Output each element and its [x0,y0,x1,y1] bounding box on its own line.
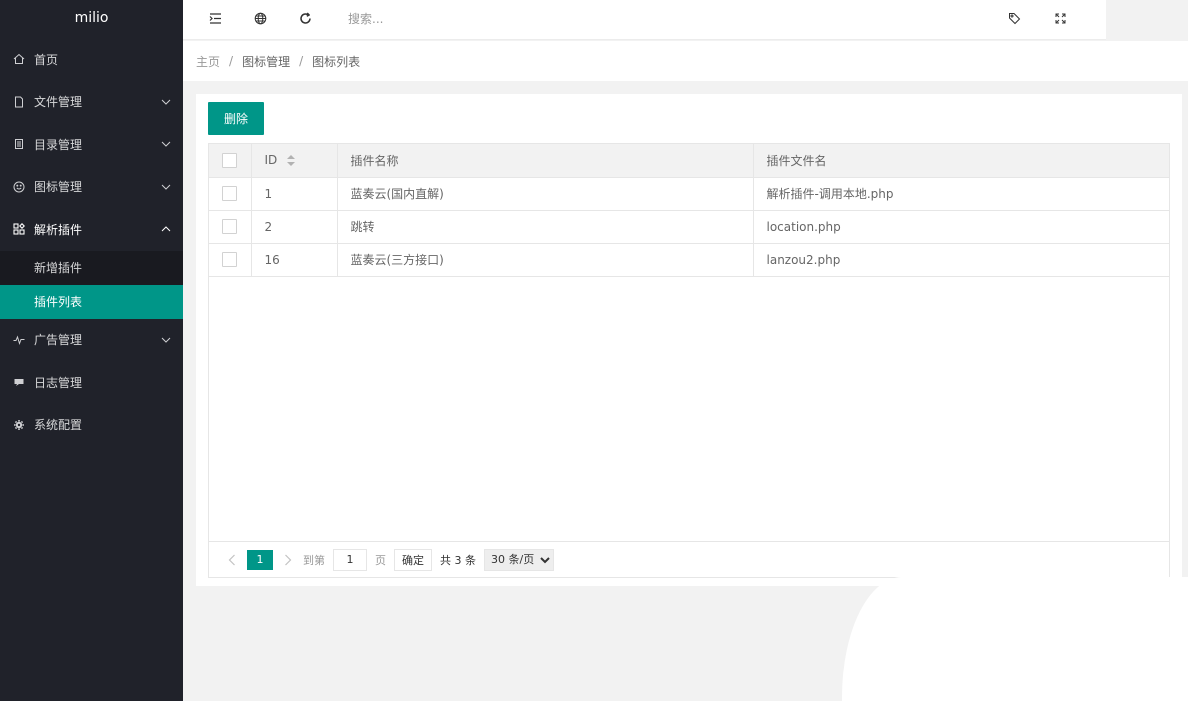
sidebar-item-label: 广告管理 [34,333,83,348]
cell-plugin-name: 蓝奏云(国内直解) [337,177,754,211]
top-header [183,0,1106,40]
smile-icon [12,180,26,194]
page-label: 页 [375,553,386,567]
sidebar-item-label: 目录管理 [34,137,83,152]
list-icon [12,137,26,151]
chat-icon [12,375,26,389]
plugin-table: ID 插件名称 插件文件名 1 蓝奏云(国内直解) 解析插件-调用本地.php … [208,143,1170,578]
sidebar-subnav-parse-plugins: 新增插件 插件列表 [0,250,183,319]
file-icon [12,95,26,109]
sidebar-item-system-config[interactable]: 系统配置 [0,404,183,447]
page-size-select[interactable]: 30 条/页 [484,548,554,571]
row-checkbox[interactable] [222,252,237,267]
pagination: 1 到第 页 确定 共 3 条 30 条/页 [209,541,1169,577]
sidebar-item-home[interactable]: 首页 [0,38,183,81]
table-row[interactable]: 16 蓝奏云(三方接口) lanzou2.php [209,243,1169,277]
sidebar-item-ad-management[interactable]: 广告管理 [0,319,183,362]
sidebar-subitem-plugin-list[interactable]: 插件列表 [0,284,183,319]
sidebar-item-directory-management[interactable]: 目录管理 [0,123,183,166]
website-button[interactable] [252,10,268,26]
breadcrumb-icon-management[interactable]: 图标管理 [242,53,290,70]
gear-icon [12,418,26,432]
cell-plugin-name: 跳转 [337,210,754,244]
current-page[interactable]: 1 [247,549,273,570]
prev-page-button[interactable] [221,550,243,570]
total-count: 共 3 条 [440,553,476,567]
cell-plugin-file: lanzou2.php [753,243,1169,277]
sidebar-item-label: 系统配置 [34,418,83,433]
tag-icon [1008,12,1020,24]
chevron-right-icon [285,554,292,565]
breadcrumb-separator: / [229,54,234,68]
cell-plugin-file: 解析插件-调用本地.php [753,177,1169,211]
goto-page-input[interactable] [333,548,367,571]
chevron-up-icon [161,226,171,232]
row-check-cell [209,177,252,211]
refresh-button[interactable] [297,10,313,26]
cell-id: 16 [251,243,338,277]
chevron-down-icon [161,141,171,147]
delete-button[interactable]: 删除 [208,102,264,135]
row-check-cell [209,243,252,277]
indent-icon [209,12,221,24]
table-row[interactable]: 1 蓝奏云(国内直解) 解析插件-调用本地.php [209,177,1169,211]
sidebar-item-file-management[interactable]: 文件管理 [0,81,183,124]
chevron-down-icon [161,184,171,190]
row-checkbox[interactable] [222,219,237,234]
sidebar-item-log-management[interactable]: 日志管理 [0,361,183,404]
search-input[interactable] [348,8,568,30]
sort-icon[interactable] [287,155,296,167]
breadcrumb-icon-list: 图标列表 [312,54,361,69]
sidebar-item-icon-management[interactable]: 图标管理 [0,166,183,209]
breadcrumb: 主页 / 图标管理 / 图标列表 [183,41,1188,81]
breadcrumb-separator: / [299,54,304,68]
column-header-plugin-file: 插件文件名 [753,144,1169,178]
column-header-plugin-name: 插件名称 [337,144,754,178]
sidebar-item-parse-plugins[interactable]: 解析插件 [0,208,183,251]
cell-id: 2 [251,210,338,244]
overlay-shape [842,577,1188,701]
goto-confirm-button[interactable]: 确定 [394,548,432,571]
theme-button[interactable] [1006,10,1022,26]
row-check-cell [209,210,252,244]
fullscreen-button[interactable] [1052,10,1068,26]
sidebar: milio 首页 文件管理 目录管理 图标管理 解析插件 新增插件 插件列表 广… [0,0,183,701]
cell-plugin-name: 蓝奏云(三方接口) [337,243,754,277]
sidebar-item-label: 解析插件 [34,222,83,237]
goto-label: 到第 [303,553,325,567]
home-icon [12,52,26,66]
pulse-icon [12,333,26,347]
table-header-row: ID 插件名称 插件文件名 [209,144,1169,178]
cell-id: 1 [251,177,338,211]
plugin-list-card: 删除 ID 插件名称 插件文件名 1 蓝奏云(国内直解) 解析插件-调用本地.p… [196,94,1182,586]
apps-icon [12,222,26,236]
next-page-button[interactable] [277,550,299,570]
fullscreen-icon [1055,13,1065,23]
sidebar-item-label: 图标管理 [34,180,83,195]
cell-plugin-file: location.php [753,210,1169,244]
sidebar-item-label: 首页 [34,52,59,67]
table-row[interactable]: 2 跳转 location.php [209,210,1169,244]
chevron-left-icon [228,554,235,565]
breadcrumb-home[interactable]: 主页 [196,53,220,70]
select-all-cell [209,144,252,178]
refresh-icon [299,11,311,24]
sidebar-subitem-add-plugin[interactable]: 新增插件 [0,251,183,285]
chevron-down-icon [161,99,171,105]
column-header-id[interactable]: ID [251,144,338,178]
row-checkbox[interactable] [222,186,237,201]
menu-toggle-button[interactable] [207,10,223,26]
sidebar-item-label: 日志管理 [34,375,83,390]
chevron-down-icon [161,337,171,343]
globe-icon [254,12,266,24]
sidebar-item-label: 文件管理 [34,95,83,110]
app-logo: milio [74,10,109,26]
select-all-checkbox[interactable] [222,152,237,168]
